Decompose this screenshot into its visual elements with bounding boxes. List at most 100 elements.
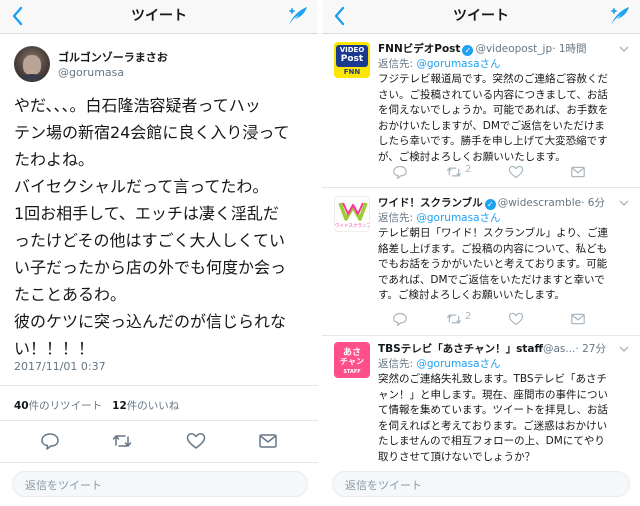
nav-title: ツイート <box>131 8 187 24</box>
verified-badge-icon: ✓ <box>462 45 474 56</box>
tweet-text: フジテレビ報道局です。突然のご連絡ご容赦くだ さい。ご投稿されている内容につきま… <box>378 72 634 165</box>
reply-icon[interactable] <box>392 312 408 326</box>
reply-tweet[interactable]: VIDEO Post FNN FNNビデオPost ✓ @videopost_jp·… <box>322 34 640 184</box>
author-handle[interactable]: @widescramble <box>498 197 581 209</box>
chevron-left-icon[interactable] <box>332 6 348 26</box>
tweet-line: たわよね。 <box>14 150 95 169</box>
reply-header: TBSテレビ「あさチャン！」staff@as...· 27分 <box>378 341 606 356</box>
nav-bar: ツイート <box>322 0 640 34</box>
avatar-shirt <box>18 74 46 82</box>
author-handle[interactable]: @gorumasa <box>58 66 124 79</box>
avatar-logo-text: STAFF <box>343 369 361 375</box>
like-heart-icon[interactable] <box>186 432 206 450</box>
retweet-count[interactable]: 40 <box>14 400 29 412</box>
tweet-line: ったけどその他はすごく大人しくてい <box>14 231 286 250</box>
right-replies-screen: ツイート VIDEO Post FNN FNNビデオPost ✓ @videopos… <box>322 0 640 506</box>
chevron-down-icon[interactable] <box>618 344 630 354</box>
avatar-logo-text: ワイドスクランブル <box>335 224 369 229</box>
chevron-down-icon[interactable] <box>618 198 630 208</box>
compose-feather-icon[interactable] <box>286 5 310 27</box>
direct-message-envelope-icon[interactable] <box>570 165 586 179</box>
nav-bar: ツイート <box>0 0 318 34</box>
tweet-stats: 40件のリツイート 12件のいいね <box>14 398 179 413</box>
reply-to-handle[interactable]: @gorumasaさん <box>416 358 500 370</box>
tweet-line: 取りさせて頂けないでしょうか？ <box>378 450 536 463</box>
reply-to-line: 返信先: @gorumasaさん <box>378 210 501 225</box>
tweet-text: 突然のご連絡失礼致します。TBSテレビ「あさチ ャン！」と申します。現在、座間市… <box>378 372 634 465</box>
reply-to-handle[interactable]: @gorumasaさん <box>416 58 500 70</box>
divider <box>0 462 318 463</box>
tweet-line: さい。ご投稿されている内容につきまして、お話 <box>378 88 608 101</box>
tweet-line: テン場の新宿24会館に良く入り浸って <box>14 123 290 142</box>
reply-to-handle[interactable]: @gorumasaさん <box>416 212 500 224</box>
tweet-line: であれば、DMでご返信をいただけますと幸いで <box>378 273 605 286</box>
reply-header: FNNビデオPost ✓ @videopost_jp· 1時間 <box>378 41 587 56</box>
chevron-left-icon[interactable] <box>10 6 26 26</box>
author-name[interactable]: FNNビデオPost <box>378 43 460 55</box>
retweet-icon[interactable] <box>446 312 462 326</box>
reply-tweet[interactable]: あさ チャン STAFF TBSテレビ「あさチャン！」staff@as...· … <box>322 336 640 466</box>
tweet-text: テレビ朝日「ワイド！スクランブル」より、ご連 絡差し上げます。ご投稿の内容につい… <box>378 226 634 304</box>
tweet-line: でもお話をうかがいたいと考えております。可能 <box>378 258 608 270</box>
left-tweet-detail-screen: ツイート ゴルゴンゾーラまさお @gorumasa やだ、、、。白石隆浩容疑者っ… <box>0 0 318 506</box>
reply-header: ワイド！スクランブル ✓ @widescramble· 6分 <box>378 195 605 210</box>
tweet-line: す。ご検討よろしくお願いいたします。 <box>378 289 565 301</box>
avatar[interactable] <box>14 46 50 82</box>
retweet-count: 2 <box>465 164 472 175</box>
tweet-line: い！！！！ <box>14 339 95 358</box>
author-name[interactable]: ゴルゴンゾーラまさお <box>58 49 168 65</box>
reply-icon[interactable] <box>392 165 408 179</box>
tweet-line: て情報を集めています。ツイートを拝見し、お話 <box>378 404 608 416</box>
reply-icon[interactable] <box>40 432 60 450</box>
direct-message-envelope-icon[interactable] <box>570 312 586 326</box>
chevron-down-icon[interactable] <box>618 44 630 54</box>
tweet-line: を伺えればと考えております。ご迷惑はおかけい <box>378 419 608 432</box>
like-heart-icon[interactable] <box>508 312 524 326</box>
tweet-time: · 1時間 <box>552 43 587 55</box>
verified-badge-icon: ✓ <box>484 199 496 210</box>
reply-input[interactable]: 返信をツイート <box>12 471 308 497</box>
retweet-count: 2 <box>465 311 472 322</box>
like-count-label[interactable]: 件のいいね <box>127 400 180 412</box>
avatar-face <box>23 55 41 75</box>
reply-input[interactable]: 返信をツイート <box>332 471 630 497</box>
avatar[interactable]: VIDEO Post FNN <box>334 42 370 78</box>
tweet-line: おかけいたしますが、DMでご返信をいただけま <box>378 119 605 132</box>
avatar-logo-text: Post <box>340 54 364 64</box>
tweet-line: たしませんので相互フォローの上、DMにてやり <box>378 435 605 447</box>
nav-title: ツイート <box>453 8 509 24</box>
author-name[interactable]: ワイド！スクランブル <box>378 197 483 209</box>
tweet-line: バイセクシャルだって言ってたわ。 <box>14 177 269 196</box>
avatar[interactable]: あさ チャン STAFF <box>334 342 370 378</box>
wide-logo-w-icon <box>338 202 368 221</box>
retweet-icon[interactable] <box>112 432 132 450</box>
author-handle[interactable]: @videopost_jp <box>475 43 552 55</box>
compose-feather-icon[interactable] <box>608 5 632 27</box>
reply-to-line: 返信先: @gorumasaさん <box>378 356 501 371</box>
tweet-line: を伺えないでしょうか。可能であれば、お手数を <box>378 104 609 116</box>
retweet-count-label[interactable]: 件のリツイート <box>29 400 103 412</box>
tweet-line: やだ、、、。白石隆浩容疑者ってハッ <box>14 96 261 115</box>
tweet-line: が、ご検討よろしくお願いいたします。 <box>378 150 566 163</box>
like-count[interactable]: 12 <box>112 400 127 412</box>
reply-to-line: 返信先: @gorumasaさん <box>378 56 501 71</box>
tweet-line: 1回お相手して、エッチは凄く淫乱だ <box>14 204 279 223</box>
tweet-line: したら幸いです。勝手を申し上げて大変恐縮です <box>378 135 608 147</box>
avatar-logo-text: チャン <box>340 357 364 366</box>
direct-message-envelope-icon[interactable] <box>258 432 278 450</box>
author-handle[interactable]: @as... <box>543 343 575 355</box>
tweet-timestamp: 2017/11/01 0:37 <box>14 360 106 373</box>
avatar-logo-text: FNN <box>343 68 361 76</box>
tweet-line: たことあるわ。 <box>14 285 127 304</box>
like-heart-icon[interactable] <box>508 165 524 179</box>
tweet-line: ャン！」と申します。現在、座間市の事件につい <box>378 388 608 401</box>
tweet-line: フジテレビ報道局です。突然のご連絡ご容赦くだ <box>378 73 608 85</box>
avatar[interactable]: ワイドスクランブル <box>334 196 370 232</box>
divider <box>0 385 318 386</box>
author-name[interactable]: TBSテレビ「あさチャン！」staff <box>378 343 543 355</box>
tweet-line: 突然のご連絡失礼致します。TBSテレビ「あさチ <box>378 373 608 385</box>
retweet-icon[interactable] <box>446 165 462 179</box>
reply-to-label: 返信先: <box>378 58 417 70</box>
reply-tweet[interactable]: ワイドスクランブル ワイド！スクランブル✓@widescramble· 6分 返… <box>322 188 640 335</box>
reply-to-label: 返信先: <box>378 358 417 370</box>
